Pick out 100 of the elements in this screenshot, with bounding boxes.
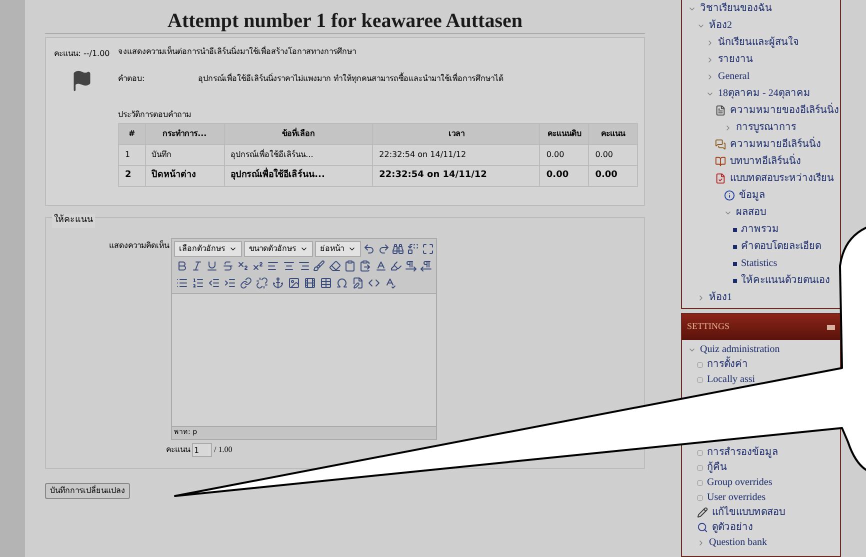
tree-item[interactable]: กู้คืน bbox=[707, 460, 727, 475]
find-icon[interactable] bbox=[392, 241, 405, 257]
brush-icon[interactable] bbox=[312, 258, 327, 274]
flag-icon[interactable] bbox=[71, 70, 93, 92]
tree-item[interactable]: แก้ไขแบบทดสอบ bbox=[712, 505, 785, 520]
tree-item[interactable]: 18ตุลาคม - 24ตุลาคม bbox=[718, 86, 810, 101]
question-text: จงแสดงความเห็นต่อการนำอีเลิร์นนิ่งมาใช้เพื่อสร้างโอกาสทางการศึกษา bbox=[118, 46, 357, 58]
tree-item[interactable]: ห้อง2 bbox=[709, 18, 732, 33]
bullet-icon bbox=[733, 278, 737, 282]
tree-item[interactable]: General bbox=[718, 69, 750, 84]
checked-document-icon bbox=[715, 173, 726, 184]
bullet-icon bbox=[733, 244, 737, 248]
table-cell: อุปกรณ์เพื่อใช้อีเลิร์นน... bbox=[224, 166, 373, 186]
mark-label: คะแนน bbox=[166, 444, 190, 456]
mark-max: / 1.00 bbox=[214, 444, 232, 456]
grade-text: คะแนน: --/1.00 bbox=[54, 48, 110, 60]
table-cell: บันทึก bbox=[145, 144, 224, 166]
tree-item[interactable]: นักเรียนและผู้สนใจ bbox=[718, 35, 799, 50]
search-icon bbox=[697, 522, 708, 533]
table-cell: อุปกรณ์เพื่อใช้อีเลิร์นน... bbox=[224, 144, 373, 166]
table-cell: 0.00 bbox=[588, 166, 638, 186]
tree-item[interactable]: ภาพรวม bbox=[741, 222, 779, 237]
dock-icon[interactable] bbox=[827, 324, 835, 330]
table-cell: 0.00 bbox=[540, 166, 589, 186]
tree-item[interactable]: การสำรองข้อมูล bbox=[707, 445, 778, 460]
eraser-icon[interactable] bbox=[326, 258, 342, 274]
square-bullet-icon bbox=[697, 450, 703, 456]
tree-item[interactable]: บทบาทอีเลิร์นนิ่ง bbox=[730, 154, 801, 169]
table-cell: 0.00 bbox=[588, 144, 638, 166]
info-icon bbox=[724, 190, 735, 201]
tree-item[interactable]: ความหมายของอีเลิร์นนิ่ง bbox=[730, 103, 839, 118]
answer-label: คำตอบ: bbox=[118, 73, 146, 85]
table-icon[interactable] bbox=[318, 275, 334, 291]
anchor-icon[interactable] bbox=[270, 275, 286, 291]
page-title: Attempt number 1 for keawaree Auttasen bbox=[45, 9, 645, 34]
column-header: # bbox=[118, 124, 146, 144]
history-label: ประวัติการตอบคำถาม bbox=[118, 109, 192, 121]
block-title: SETTINGS bbox=[687, 320, 730, 334]
table-cell: 0.00 bbox=[540, 144, 589, 166]
table-cell: ปิดหน้าต่าง bbox=[145, 166, 224, 186]
tree-item[interactable]: ดูตัวอย่าง bbox=[712, 520, 753, 535]
tree-item[interactable]: Question bank bbox=[709, 535, 768, 550]
tree-item[interactable]: ห้อง1 bbox=[709, 290, 732, 305]
tree-item[interactable]: การตั้งค่า bbox=[707, 357, 748, 372]
tree-item[interactable]: การบูรณาการ bbox=[736, 120, 796, 135]
toolbar-dropdown[interactable]: เลือกตัวอักษร bbox=[174, 241, 242, 257]
tree-item[interactable]: คำตอบโดยละเอียด bbox=[741, 239, 821, 254]
tree-item[interactable]: วิชาเรียนของฉัน bbox=[700, 1, 772, 16]
square-bullet-icon bbox=[697, 362, 703, 368]
image-icon[interactable] bbox=[286, 275, 302, 291]
bullet-icon bbox=[733, 228, 737, 232]
toolbar-dropdown[interactable]: ย่อหน้า bbox=[315, 241, 361, 257]
table-cell: 22:32:54 on 14/11/12 bbox=[372, 166, 540, 186]
bullet-icon bbox=[733, 262, 737, 266]
replace-icon[interactable] bbox=[406, 241, 420, 257]
fullscreen-icon[interactable] bbox=[421, 241, 434, 257]
square-bullet-icon bbox=[697, 376, 703, 382]
caret-icon bbox=[300, 245, 308, 253]
answer-text: อุปกรณ์เพื่อใช้อีเลิร์นนิ่งราคาไม่แพงมาก ทำให้ทุกคนสามารถซื้อและนำมาใช้เพื่อการศึกษาได้ bbox=[198, 73, 504, 85]
column-header: คะแนนดิบ bbox=[540, 124, 589, 144]
square-bullet-icon bbox=[697, 464, 703, 470]
tree-item[interactable]: รายงาน bbox=[718, 52, 753, 67]
tree-item[interactable]: ข้อมูล bbox=[739, 188, 765, 203]
ltr-icon[interactable] bbox=[403, 258, 419, 274]
save-button[interactable]: บันทึกการเปลี่ยนแปลง bbox=[45, 483, 130, 499]
tree-item[interactable]: ความหมายอีเลิร์นนิ่ง bbox=[730, 137, 821, 152]
rtl-icon[interactable] bbox=[418, 258, 434, 274]
collapsed-caret-icon[interactable] bbox=[706, 72, 714, 80]
collapsed-caret-icon[interactable] bbox=[706, 38, 714, 46]
tree-item[interactable]: Quiz administration bbox=[700, 342, 780, 357]
film-icon[interactable] bbox=[302, 275, 318, 291]
document-icon bbox=[715, 105, 726, 116]
fieldset-legend: ให้คะแนน bbox=[52, 214, 95, 228]
tree-item[interactable]: Group overrides bbox=[707, 475, 772, 490]
tree-item[interactable]: Locally assi bbox=[707, 372, 756, 387]
paste-icon[interactable] bbox=[358, 258, 373, 274]
column-header: กระทำการ... bbox=[145, 124, 224, 144]
tree-item[interactable]: ให้คะแนนด้วยตนเอง bbox=[741, 273, 830, 288]
tree-item[interactable]: ผลสอบ bbox=[736, 205, 766, 220]
tree-item[interactable]: Statistics bbox=[741, 256, 778, 271]
caret-icon bbox=[229, 245, 237, 253]
chat-icon bbox=[715, 139, 726, 150]
unlink-icon[interactable] bbox=[254, 275, 270, 291]
mark-input[interactable]: 1 bbox=[192, 443, 212, 457]
pencil-icon bbox=[697, 507, 708, 518]
square-bullet-icon bbox=[697, 480, 703, 486]
collapsed-caret-icon[interactable] bbox=[697, 538, 705, 546]
collapsed-caret-icon[interactable] bbox=[724, 124, 732, 132]
collapsed-caret-icon[interactable] bbox=[697, 294, 705, 302]
table-cell: 22:32:54 on 14/11/12 bbox=[372, 144, 540, 166]
table-cell: 2 bbox=[118, 166, 146, 186]
column-header: ข้อที่เลือก bbox=[224, 124, 373, 144]
link-icon[interactable] bbox=[238, 275, 254, 291]
toolbar-dropdown[interactable]: ขนาดตัวอักษร bbox=[244, 241, 313, 257]
column-header: เวลา bbox=[372, 124, 540, 144]
table-cell: 1 bbox=[118, 144, 146, 166]
comment-label: แสดงความคิดเห็น bbox=[108, 239, 170, 252]
square-bullet-icon bbox=[697, 494, 703, 500]
collapsed-caret-icon[interactable] bbox=[706, 56, 714, 64]
tree-item[interactable]: แบบทดสอบระหว่างเรียน bbox=[730, 171, 834, 186]
